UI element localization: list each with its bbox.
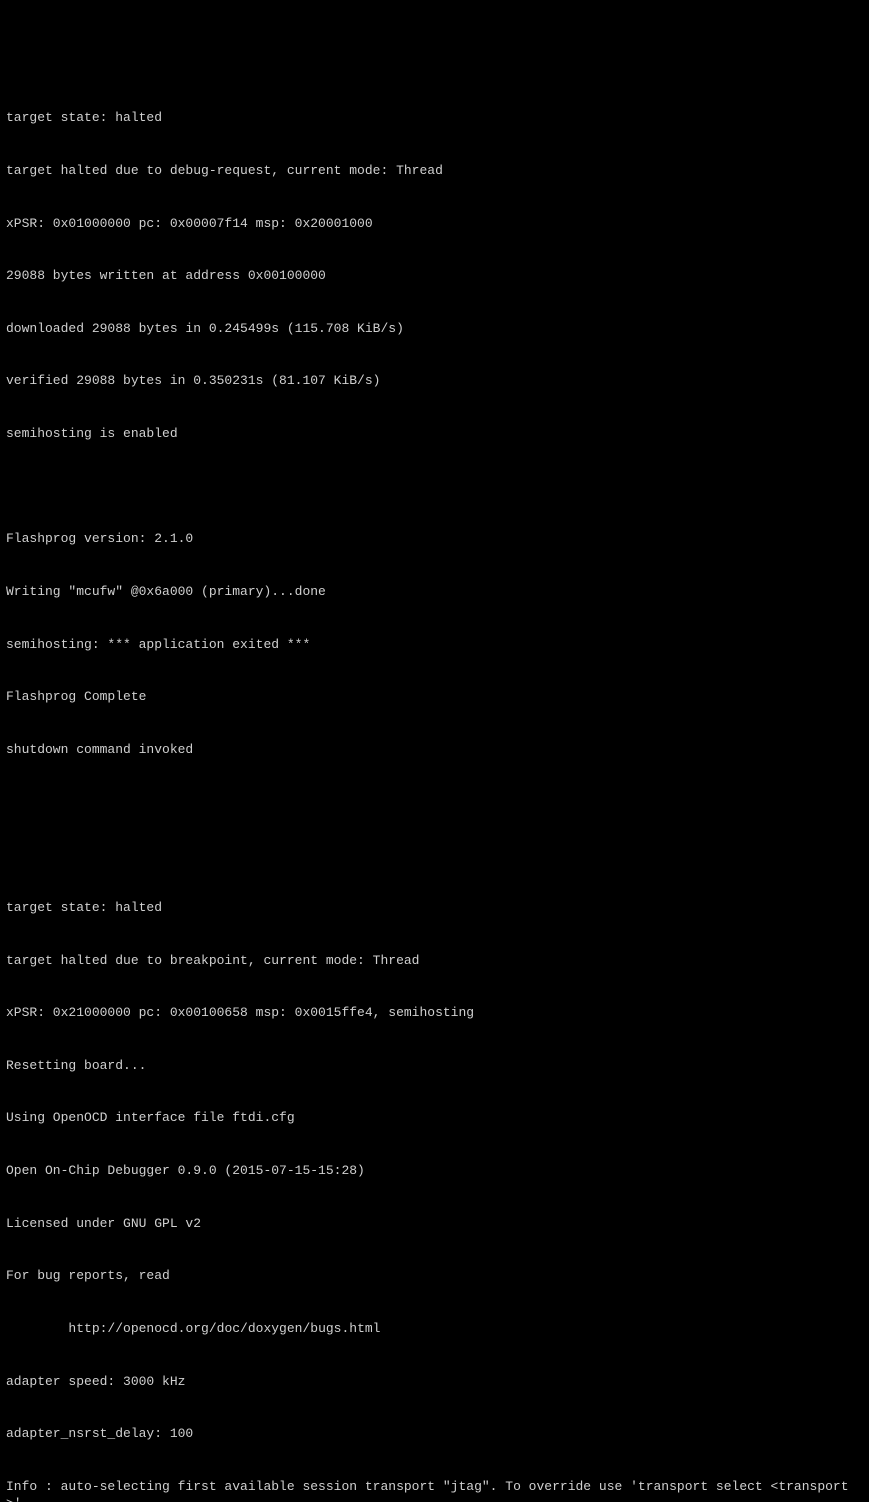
terminal-line: Using OpenOCD interface file ftdi.cfg — [6, 1109, 863, 1127]
terminal-line — [6, 478, 863, 496]
terminal-line: Info : auto-selecting first available se… — [6, 1478, 863, 1502]
terminal-line: target state: halted — [6, 109, 863, 127]
terminal-line: Licensed under GNU GPL v2 — [6, 1215, 863, 1233]
terminal-line: target state: halted — [6, 899, 863, 917]
terminal-line — [6, 794, 863, 812]
terminal-line: semihosting is enabled — [6, 425, 863, 443]
terminal-line — [6, 846, 863, 864]
terminal-line: Flashprog Complete — [6, 688, 863, 706]
terminal-line: shutdown command invoked — [6, 741, 863, 759]
terminal-line: target halted due to debug-request, curr… — [6, 162, 863, 180]
terminal-line: Flashprog version: 2.1.0 — [6, 530, 863, 548]
terminal-line: xPSR: 0x01000000 pc: 0x00007f14 msp: 0x2… — [6, 215, 863, 233]
terminal-line: verified 29088 bytes in 0.350231s (81.10… — [6, 372, 863, 390]
terminal-line: semihosting: *** application exited *** — [6, 636, 863, 654]
terminal-line: adapter speed: 3000 kHz — [6, 1373, 863, 1391]
terminal-line: Writing "mcufw" @0x6a000 (primary)...don… — [6, 583, 863, 601]
terminal-line: Resetting board... — [6, 1057, 863, 1075]
terminal-line: xPSR: 0x21000000 pc: 0x00100658 msp: 0x0… — [6, 1004, 863, 1022]
terminal-line: downloaded 29088 bytes in 0.245499s (115… — [6, 320, 863, 338]
terminal-line: adapter_nsrst_delay: 100 — [6, 1425, 863, 1443]
terminal-line: target halted due to breakpoint, current… — [6, 952, 863, 970]
terminal-line: For bug reports, read — [6, 1267, 863, 1285]
terminal-output: target state: halted target halted due t… — [6, 74, 863, 817]
terminal-line: Open On-Chip Debugger 0.9.0 (2015-07-15-… — [6, 1162, 863, 1180]
terminal-line: http://openocd.org/doc/doxygen/bugs.html — [6, 1320, 863, 1338]
terminal-line: 29088 bytes written at address 0x0010000… — [6, 267, 863, 285]
